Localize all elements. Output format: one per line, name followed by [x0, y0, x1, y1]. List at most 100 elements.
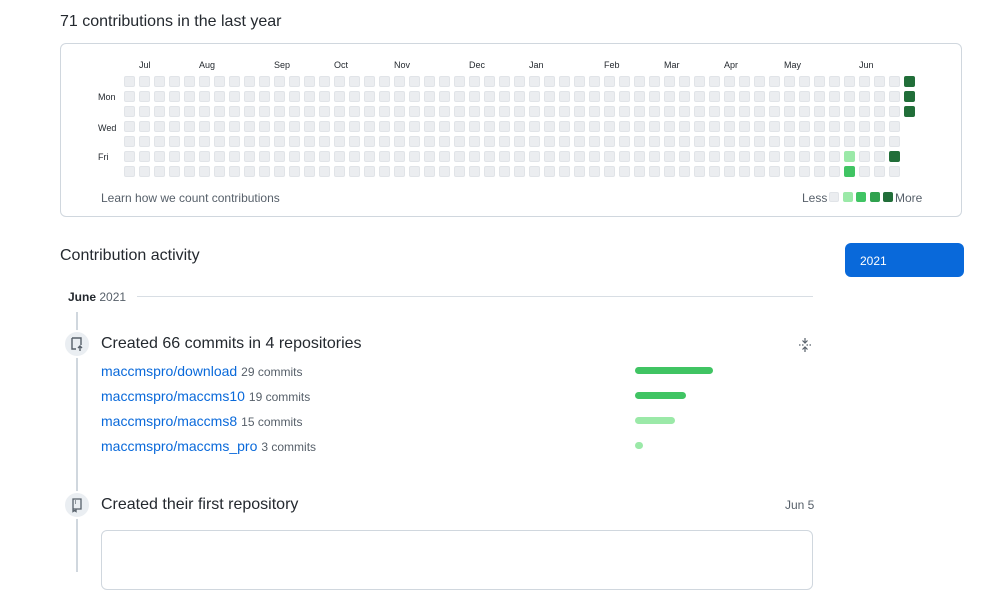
calendar-day-cell[interactable] — [184, 166, 195, 177]
calendar-day-cell[interactable] — [199, 136, 210, 147]
calendar-day-cell[interactable] — [694, 136, 705, 147]
calendar-day-cell[interactable] — [664, 121, 675, 132]
calendar-day-cell[interactable] — [739, 166, 750, 177]
calendar-day-cell[interactable] — [184, 76, 195, 87]
calendar-day-cell[interactable] — [859, 91, 870, 102]
calendar-day-cell[interactable] — [559, 151, 570, 162]
calendar-day-cell[interactable] — [184, 91, 195, 102]
calendar-day-cell[interactable] — [199, 121, 210, 132]
calendar-day-cell[interactable] — [499, 151, 510, 162]
calendar-day-cell[interactable] — [889, 166, 900, 177]
calendar-day-cell[interactable] — [544, 106, 555, 117]
calendar-day-cell[interactable] — [199, 166, 210, 177]
calendar-day-cell[interactable] — [349, 151, 360, 162]
calendar-day-cell[interactable] — [859, 166, 870, 177]
calendar-day-cell[interactable] — [244, 106, 255, 117]
calendar-day-cell[interactable] — [814, 166, 825, 177]
calendar-day-cell[interactable] — [304, 106, 315, 117]
calendar-day-cell[interactable] — [679, 136, 690, 147]
calendar-day-cell[interactable] — [484, 136, 495, 147]
calendar-day-cell[interactable] — [514, 151, 525, 162]
calendar-day-cell[interactable] — [874, 121, 885, 132]
calendar-day-cell[interactable] — [394, 151, 405, 162]
calendar-day-cell[interactable] — [769, 76, 780, 87]
calendar-day-cell[interactable] — [334, 106, 345, 117]
calendar-day-cell[interactable] — [124, 166, 135, 177]
calendar-day-cell[interactable] — [499, 136, 510, 147]
calendar-day-cell[interactable] — [289, 91, 300, 102]
calendar-day-cell[interactable] — [334, 76, 345, 87]
calendar-day-cell[interactable] — [244, 91, 255, 102]
calendar-day-cell[interactable] — [394, 166, 405, 177]
calendar-day-cell[interactable] — [424, 91, 435, 102]
calendar-day-cell[interactable] — [814, 76, 825, 87]
calendar-day-cell[interactable] — [274, 151, 285, 162]
calendar-day-cell[interactable] — [814, 121, 825, 132]
calendar-day-cell[interactable] — [739, 76, 750, 87]
calendar-day-cell[interactable] — [754, 151, 765, 162]
calendar-day-cell[interactable] — [844, 91, 855, 102]
calendar-day-cell[interactable] — [874, 91, 885, 102]
calendar-day-cell[interactable] — [424, 151, 435, 162]
calendar-day-cell[interactable] — [634, 151, 645, 162]
calendar-day-cell[interactable] — [439, 136, 450, 147]
calendar-day-cell[interactable] — [304, 166, 315, 177]
calendar-day-cell[interactable] — [169, 106, 180, 117]
calendar-day-cell[interactable] — [634, 166, 645, 177]
calendar-day-cell[interactable] — [874, 151, 885, 162]
calendar-day-cell[interactable] — [889, 151, 900, 162]
calendar-day-cell[interactable] — [799, 151, 810, 162]
calendar-day-cell[interactable] — [259, 121, 270, 132]
calendar-day-cell[interactable] — [859, 106, 870, 117]
calendar-day-cell[interactable] — [139, 166, 150, 177]
calendar-day-cell[interactable] — [844, 76, 855, 87]
calendar-day-cell[interactable] — [619, 121, 630, 132]
calendar-day-cell[interactable] — [214, 151, 225, 162]
calendar-day-cell[interactable] — [319, 76, 330, 87]
calendar-day-cell[interactable] — [169, 76, 180, 87]
calendar-day-cell[interactable] — [544, 121, 555, 132]
calendar-day-cell[interactable] — [529, 76, 540, 87]
calendar-day-cell[interactable] — [439, 151, 450, 162]
calendar-day-cell[interactable] — [649, 106, 660, 117]
calendar-day-cell[interactable] — [169, 166, 180, 177]
calendar-day-cell[interactable] — [439, 91, 450, 102]
calendar-day-cell[interactable] — [244, 121, 255, 132]
calendar-day-cell[interactable] — [754, 166, 765, 177]
calendar-day-cell[interactable] — [754, 91, 765, 102]
calendar-day-cell[interactable] — [454, 136, 465, 147]
repo-link-maccms-pro[interactable]: maccmspro/maccms_pro — [101, 438, 257, 454]
calendar-day-cell[interactable] — [394, 106, 405, 117]
calendar-day-cell[interactable] — [379, 91, 390, 102]
calendar-day-cell[interactable] — [484, 166, 495, 177]
calendar-day-cell[interactable] — [454, 151, 465, 162]
calendar-day-cell[interactable] — [844, 106, 855, 117]
calendar-day-cell[interactable] — [529, 151, 540, 162]
calendar-day-cell[interactable] — [154, 151, 165, 162]
calendar-day-cell[interactable] — [274, 76, 285, 87]
calendar-day-cell[interactable] — [649, 136, 660, 147]
calendar-day-cell[interactable] — [259, 136, 270, 147]
calendar-day-cell[interactable] — [439, 106, 450, 117]
calendar-day-cell[interactable] — [784, 91, 795, 102]
calendar-day-cell[interactable] — [214, 91, 225, 102]
calendar-day-cell[interactable] — [169, 151, 180, 162]
calendar-day-cell[interactable] — [739, 106, 750, 117]
calendar-day-cell[interactable] — [859, 76, 870, 87]
calendar-day-cell[interactable] — [274, 166, 285, 177]
calendar-day-cell[interactable] — [139, 151, 150, 162]
calendar-day-cell[interactable] — [784, 76, 795, 87]
calendar-day-cell[interactable] — [214, 106, 225, 117]
calendar-day-cell[interactable] — [469, 136, 480, 147]
calendar-day-cell[interactable] — [559, 166, 570, 177]
calendar-day-cell[interactable] — [574, 151, 585, 162]
calendar-day-cell[interactable] — [859, 136, 870, 147]
calendar-day-cell[interactable] — [154, 106, 165, 117]
calendar-day-cell[interactable] — [844, 151, 855, 162]
calendar-day-cell[interactable] — [604, 91, 615, 102]
repo-commit-count[interactable]: 15 commits — [241, 415, 302, 429]
calendar-day-cell[interactable] — [709, 136, 720, 147]
calendar-day-cell[interactable] — [289, 121, 300, 132]
calendar-day-cell[interactable] — [214, 166, 225, 177]
calendar-day-cell[interactable] — [169, 91, 180, 102]
